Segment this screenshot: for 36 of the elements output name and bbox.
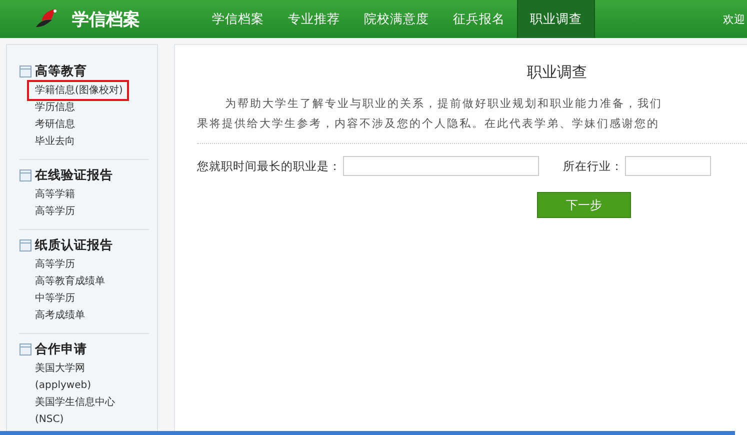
field-label: 所在行业：: [563, 158, 623, 174]
sidebar-link[interactable]: (applyweb): [31, 377, 96, 394]
sidebar-link[interactable]: 中等学历: [31, 290, 79, 307]
intro-text: 果将提供给大学生参考，内容不涉及您的个人隐私。在此代表学弟、学妹们感谢您的: [197, 116, 660, 132]
nav-tab[interactable]: 职业调查: [517, 0, 595, 38]
sidebar-link[interactable]: 高考成绩单: [31, 307, 89, 324]
section-heading: 在线验证报告: [35, 167, 113, 184]
document-icon: [19, 169, 32, 182]
sidebar-link[interactable]: (NSC): [31, 411, 68, 428]
document-icon: [19, 343, 32, 356]
sidebar-link[interactable]: 高等学历: [31, 203, 79, 220]
sidebar-link[interactable]: 毕业去向: [31, 133, 79, 150]
sidebar-link[interactable]: 高等学籍: [31, 186, 79, 203]
document-icon: [19, 239, 32, 252]
sidebar-link[interactable]: 高等教育成绩单: [31, 273, 109, 290]
sidebar-link[interactable]: 高等学历: [31, 256, 79, 273]
sidebar-link[interactable]: 美国学生信息中心: [31, 394, 119, 411]
sidebar-link[interactable]: 美国大学网: [31, 360, 89, 377]
sidebar-link[interactable]: 学历信息: [31, 99, 79, 116]
welcome-text: 欢迎: [723, 12, 746, 26]
intro-text: 为帮助大学生了解专业与职业的关系，提前做好职业规划和职业能力准备，我们: [224, 96, 664, 112]
field-label: 您就职时间最长的职业是：: [197, 158, 341, 174]
site-title: 学信档案: [72, 8, 140, 30]
section-heading: 高等教育: [35, 63, 87, 80]
nav-tab[interactable]: 专业推荐: [276, 0, 352, 38]
page-title: 职业调查: [527, 63, 588, 82]
sidebar-link[interactable]: 学籍信息(图像校对): [29, 82, 127, 99]
document-icon: [19, 65, 32, 78]
section-heading: 纸质认证报告: [35, 237, 113, 254]
nav-tab[interactable]: 征兵报名: [441, 0, 517, 38]
text-field[interactable]: [625, 156, 711, 176]
text-field[interactable]: [343, 156, 539, 176]
nav-tab[interactable]: 院校满意度: [352, 0, 441, 38]
section-heading: 合作申请: [35, 341, 87, 358]
nav-tab[interactable]: 学信档案: [200, 0, 276, 38]
sidebar-link[interactable]: 考研信息: [31, 116, 79, 133]
